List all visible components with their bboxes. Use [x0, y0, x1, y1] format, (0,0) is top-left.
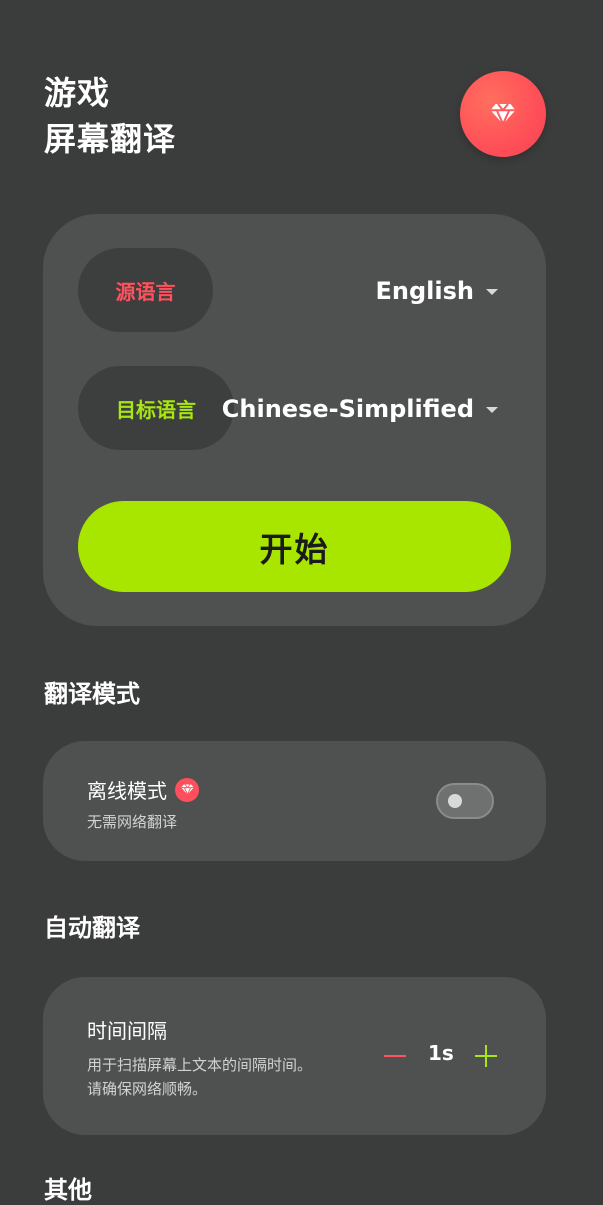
- start-button[interactable]: 开始: [78, 501, 511, 592]
- source-language-value: English: [375, 277, 474, 305]
- chevron-down-icon: [486, 407, 498, 413]
- target-language-label: 目标语言: [78, 366, 234, 450]
- offline-mode-card: 离线模式 无需网络翻译: [43, 741, 546, 861]
- translation-mode-title: 翻译模式: [44, 680, 140, 708]
- minus-icon[interactable]: [384, 1055, 406, 1057]
- auto-translate-title: 自动翻译: [44, 914, 140, 942]
- offline-mode-title: 离线模式: [87, 779, 167, 803]
- diamond-icon: [180, 784, 194, 795]
- title-line-1: 游戏: [44, 74, 111, 112]
- page-title: 游戏 屏幕翻译: [44, 70, 176, 162]
- chevron-down-icon: [486, 289, 498, 295]
- source-language-label: 源语言: [78, 248, 213, 332]
- time-interval-description-line-1: 用于扫描屏幕上文本的间隔时间。: [87, 1056, 313, 1074]
- premium-button[interactable]: [460, 71, 546, 157]
- offline-mode-toggle[interactable]: [436, 783, 494, 819]
- time-interval-description: 用于扫描屏幕上文本的间隔时间。 请确保网络顺畅。: [87, 1053, 347, 1101]
- language-card: 源语言 English 目标语言 Chinese-Simplified 开始: [43, 214, 546, 626]
- time-interval-title: 时间间隔: [87, 1019, 167, 1043]
- target-language-dropdown[interactable]: Chinese-Simplified: [222, 394, 498, 424]
- other-section-title: 其他: [44, 1176, 92, 1204]
- target-language-value: Chinese-Simplified: [221, 395, 474, 423]
- time-interval-description-line-2: 请确保网络顺畅。: [87, 1080, 208, 1098]
- time-interval-card: 时间间隔 用于扫描屏幕上文本的间隔时间。 请确保网络顺畅。 1s: [43, 977, 546, 1135]
- interval-stepper: 1s: [376, 1039, 511, 1073]
- offline-mode-description: 无需网络翻译: [87, 813, 178, 831]
- premium-badge: [175, 777, 199, 802]
- source-language-dropdown[interactable]: English: [376, 276, 498, 306]
- diamond-icon: [490, 103, 516, 125]
- plus-icon[interactable]: [475, 1045, 497, 1067]
- title-line-2: 屏幕翻译: [44, 120, 177, 158]
- offline-mode-title-row: 离线模式: [87, 775, 199, 804]
- toggle-knob: [448, 794, 462, 808]
- interval-value: 1s: [428, 1041, 454, 1065]
